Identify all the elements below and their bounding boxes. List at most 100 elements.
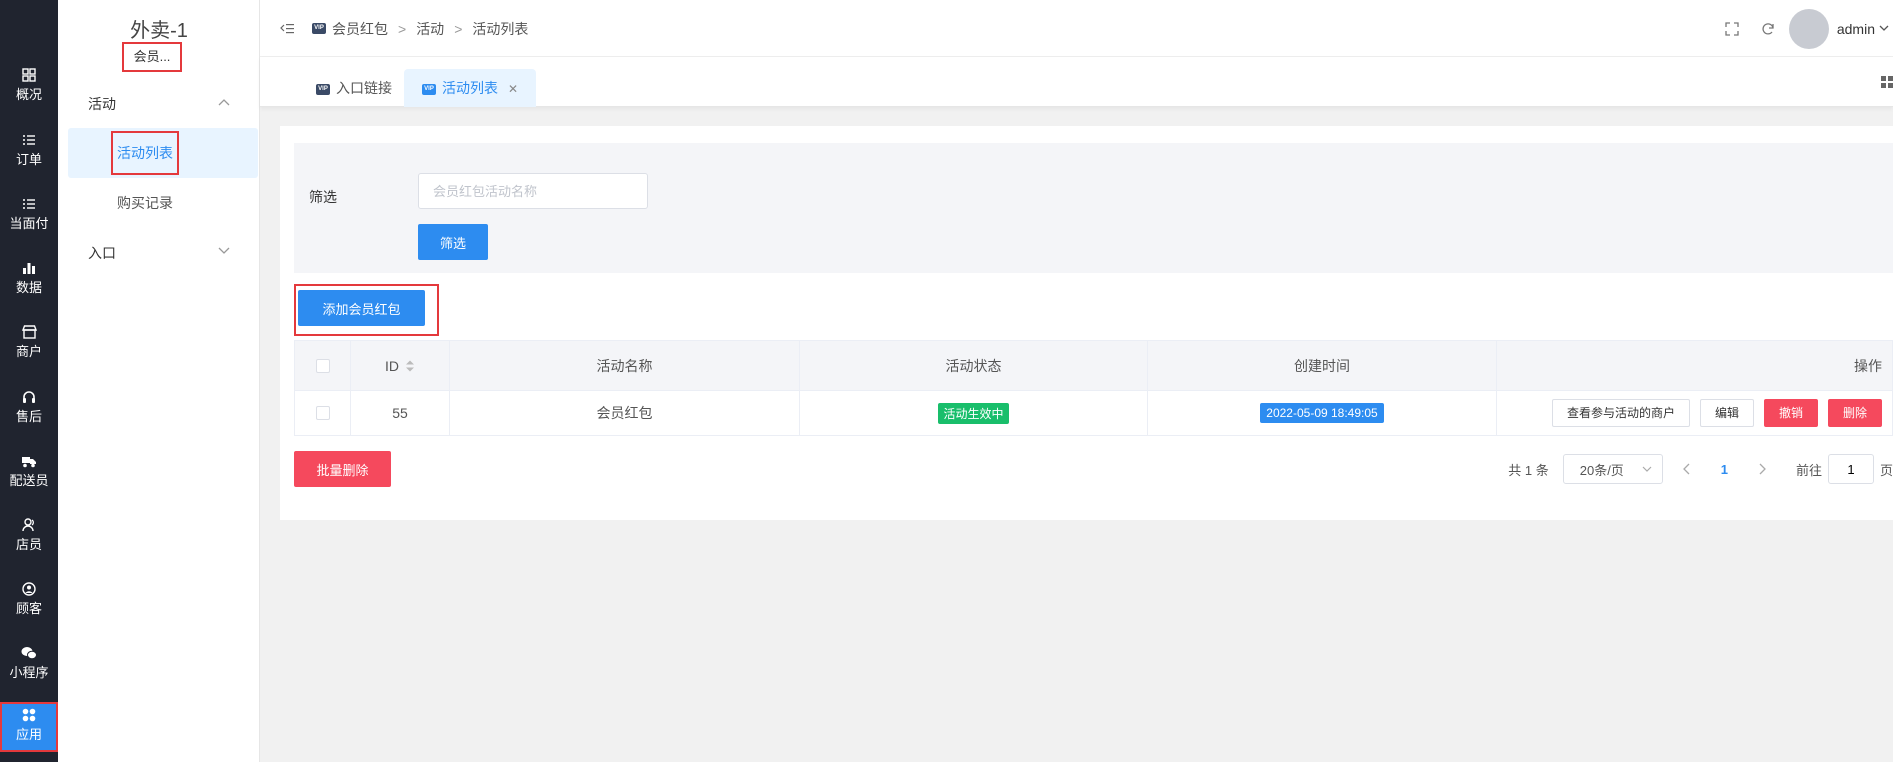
nav-merchants[interactable]: 商户 [0,325,58,385]
total-count: 共 1 条 [1508,462,1549,478]
nav-staff[interactable]: 店员 [0,518,58,578]
breadcrumb-separator: > [454,20,463,37]
header-actions: admin [1725,0,1893,57]
sub-menu: 外卖-1 会员... 活动 活动列表 购买记录 入口 [58,0,260,762]
avatar[interactable] [1788,8,1829,49]
breadcrumb-item[interactable]: 会员红包 [332,19,388,39]
vip-icon: VIP [316,83,330,95]
created-time-badge: 2022-05-09 18:49:05 [1260,403,1384,423]
column-header-actions: 操作 [1497,341,1893,391]
tab-label: 活动列表 [442,80,498,96]
column-header-id[interactable]: ID [351,341,450,391]
menu-group-label: 入口 [88,245,116,261]
filter-label: 筛选 [309,189,337,205]
table-row: 55 会员红包 活动生效中 2022-05-09 18:49:05 查看参与活动… [295,391,1893,436]
list-icon [23,135,35,145]
sort-icon[interactable] [405,359,415,373]
revoke-button[interactable]: 撤销 [1763,399,1818,427]
column-header-name: 活动名称 [450,341,800,391]
nav-after-sales[interactable]: 售后 [0,390,58,450]
chevron-down-icon [1642,466,1652,472]
prev-page-icon[interactable] [1682,463,1691,475]
nav-label: 配送员 [9,473,49,488]
bar-chart-icon [23,263,35,274]
close-icon[interactable]: ✕ [508,82,518,96]
cell-id: 55 [351,391,450,436]
menu-item-activity-list[interactable]: 活动列表 [68,128,258,178]
nav-apps[interactable]: 应用 [0,702,58,752]
row-checkbox-cell [295,391,351,436]
store-tag[interactable]: 会员... [122,42,182,72]
menu-group-label: 活动 [88,96,116,112]
headset-icon [23,391,35,403]
edit-button[interactable]: 编辑 [1699,399,1754,427]
tab-entry-link[interactable]: VIP 入口链接 [298,69,410,107]
nav-label: 售后 [15,409,42,424]
breadcrumb: VIP 会员红包 > 活动 > 活动列表 [280,0,528,57]
cell-status: 活动生效中 [800,391,1148,436]
filter-panel: 筛选 筛选 [294,143,1893,273]
row-checkbox[interactable] [315,406,330,420]
delete-button[interactable]: 删除 [1827,399,1882,427]
nav-label: 数据 [15,280,42,295]
collapse-menu-icon[interactable] [280,23,294,35]
fullscreen-icon[interactable] [1725,21,1739,36]
nav-data[interactable]: 数据 [0,261,58,321]
nav-label: 应用 [15,727,42,742]
batch-delete-button[interactable]: 批量删除 [294,451,391,487]
status-badge: 活动生效中 [938,402,1009,424]
chevron-down-icon [218,247,230,254]
dashboard-icon [22,68,36,82]
nav-overview[interactable]: 概况 [0,68,58,128]
column-header-created: 创建时间 [1148,341,1497,391]
admin-username[interactable]: admin [1837,21,1875,37]
column-header-status: 活动状态 [800,341,1148,391]
menu-group-activity[interactable]: 活动 [58,84,260,124]
cell-created: 2022-05-09 18:49:05 [1148,391,1497,436]
add-button-highlight: 添加会员红包 [294,284,439,336]
select-all-checkbox[interactable] [315,358,330,373]
nav-face-pay[interactable]: 当面付 [0,197,58,257]
menu-item-purchase-records[interactable]: 购买记录 [68,178,258,228]
nav-label: 商户 [15,344,42,359]
add-member-redpacket-button[interactable]: 添加会员红包 [298,290,425,326]
menu-group-entry[interactable]: 入口 [58,233,260,273]
column-header-label: ID [385,357,399,374]
customer-icon [22,582,36,596]
breadcrumb-item: 活动列表 [472,20,529,37]
page-unit-label: 页 [1879,462,1893,478]
nav-label: 当面付 [9,216,49,231]
breadcrumb-separator: > [398,20,407,37]
apps-icon [22,708,36,722]
nav-mini-program[interactable]: 小程序 [0,646,58,706]
tab-activity-list[interactable]: VIP 活动列表 ✕ [404,69,537,107]
chevron-up-icon [218,99,230,106]
table-header-row: ID 活动名称 活动状态 创建时间 操作 [295,341,1893,391]
page-tabs: VIP 入口链接 VIP 活动列表 ✕ [260,57,1893,107]
activity-name-input[interactable] [418,173,648,209]
view-merchants-button[interactable]: 查看参与活动的商户 [1551,399,1690,427]
nav-orders[interactable]: 订单 [0,133,58,193]
nav-label: 店员 [15,537,42,552]
nav-label: 概况 [15,87,42,102]
staff-icon [21,518,34,532]
grid-icon[interactable] [1881,76,1893,88]
chevron-down-icon[interactable] [1879,25,1889,32]
activity-table: ID 活动名称 活动状态 创建时间 操作 55 会员红包 活动生效中 2022-… [294,340,1893,436]
nav-label: 小程序 [9,665,49,680]
breadcrumb-item[interactable]: 活动 [416,19,444,39]
goto-label: 前往 [1795,462,1822,478]
list-icon [23,199,35,209]
nav-customers[interactable]: 顾客 [0,582,58,642]
current-page[interactable]: 1 [1721,462,1728,477]
vip-icon: VIP [422,83,436,95]
store-icon [21,325,37,339]
main-nav-rail: 概况 订单 当面付 数据 商户 售后 配送员 店员 顾客 小程序 应用 [0,0,58,762]
nav-couriers[interactable]: 配送员 [0,454,58,514]
next-page-icon[interactable] [1758,463,1766,475]
goto-page-input[interactable] [1827,454,1874,484]
page-size-select[interactable]: 20条/页 [1562,454,1663,484]
refresh-icon[interactable] [1761,22,1775,36]
top-header: VIP 会员红包 > 活动 > 活动列表 admin [260,0,1893,57]
filter-button[interactable]: 筛选 [418,224,488,260]
